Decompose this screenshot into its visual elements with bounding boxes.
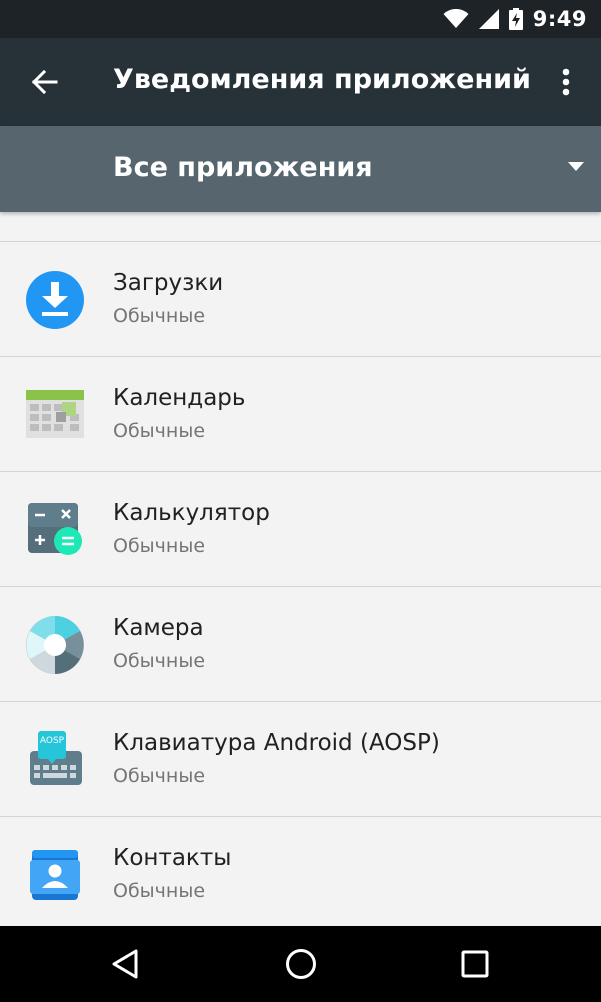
status-icons: 9:49 <box>443 0 587 38</box>
page-title: Уведомления приложений <box>113 64 531 95</box>
back-button[interactable] <box>24 62 64 102</box>
calendar-app-icon <box>26 390 84 438</box>
app-list: Загрузки Обычные Календарь Обычные Кальк… <box>0 212 601 926</box>
calculator-app-icon <box>28 503 82 555</box>
app-notification-status: Обычные <box>113 420 206 442</box>
list-item-calculator[interactable]: Калькулятор Обычные <box>0 472 601 587</box>
app-notification-status: Обычные <box>113 765 206 787</box>
app-name: Контакты <box>113 845 232 871</box>
list-item-downloads[interactable]: Загрузки Обычные <box>0 242 601 357</box>
list-item-keyboard[interactable]: AOSP Клавиатура Android (AOSP) Обычные <box>0 702 601 817</box>
cell-signal-icon <box>478 9 499 29</box>
nav-home-icon <box>286 949 316 979</box>
nav-recents-button[interactable] <box>453 942 497 986</box>
app-name: Камера <box>113 615 204 641</box>
app-name: Калькулятор <box>113 500 270 526</box>
arrow-back-icon <box>31 69 58 95</box>
app-name: Загрузки <box>113 270 224 296</box>
downloads-app-icon <box>26 271 84 329</box>
app-name: Клавиатура Android (AOSP) <box>113 730 440 756</box>
app-notification-status: Обычные <box>113 880 206 902</box>
camera-app-icon <box>26 616 84 674</box>
wifi-icon <box>443 9 469 28</box>
app-notification-status: Обычные <box>113 650 206 672</box>
status-bar: 9:49 <box>0 0 601 38</box>
keyboard-icon-lettering: AOSP <box>40 736 65 746</box>
system-nav-bar <box>0 926 601 1002</box>
contacts-app-icon <box>30 850 80 900</box>
app-notification-status: Обычные <box>113 305 206 327</box>
keyboard-app-icon: AOSP <box>30 731 82 785</box>
list-item-calendar[interactable]: Календарь Обычные <box>0 357 601 472</box>
list-item-contacts[interactable]: Контакты Обычные <box>0 817 601 926</box>
list-item-camera[interactable]: Камера Обычные <box>0 587 601 702</box>
nav-home-button[interactable] <box>279 942 323 986</box>
dropdown-caret-icon <box>568 162 584 171</box>
nav-back-icon <box>112 949 138 979</box>
overflow-menu-button[interactable] <box>548 60 584 104</box>
app-notification-status: Обычные <box>113 535 206 557</box>
nav-recents-icon <box>461 950 489 978</box>
app-toolbar: Уведомления приложений <box>0 38 601 126</box>
battery-charging-icon <box>508 8 523 30</box>
filter-selected-label: Все приложения <box>113 152 373 183</box>
status-time: 9:49 <box>532 7 587 31</box>
app-name: Календарь <box>113 385 246 411</box>
nav-back-button[interactable] <box>103 942 147 986</box>
app-filter-spinner[interactable]: Все приложения <box>0 126 601 212</box>
more-vert-icon <box>562 68 570 96</box>
